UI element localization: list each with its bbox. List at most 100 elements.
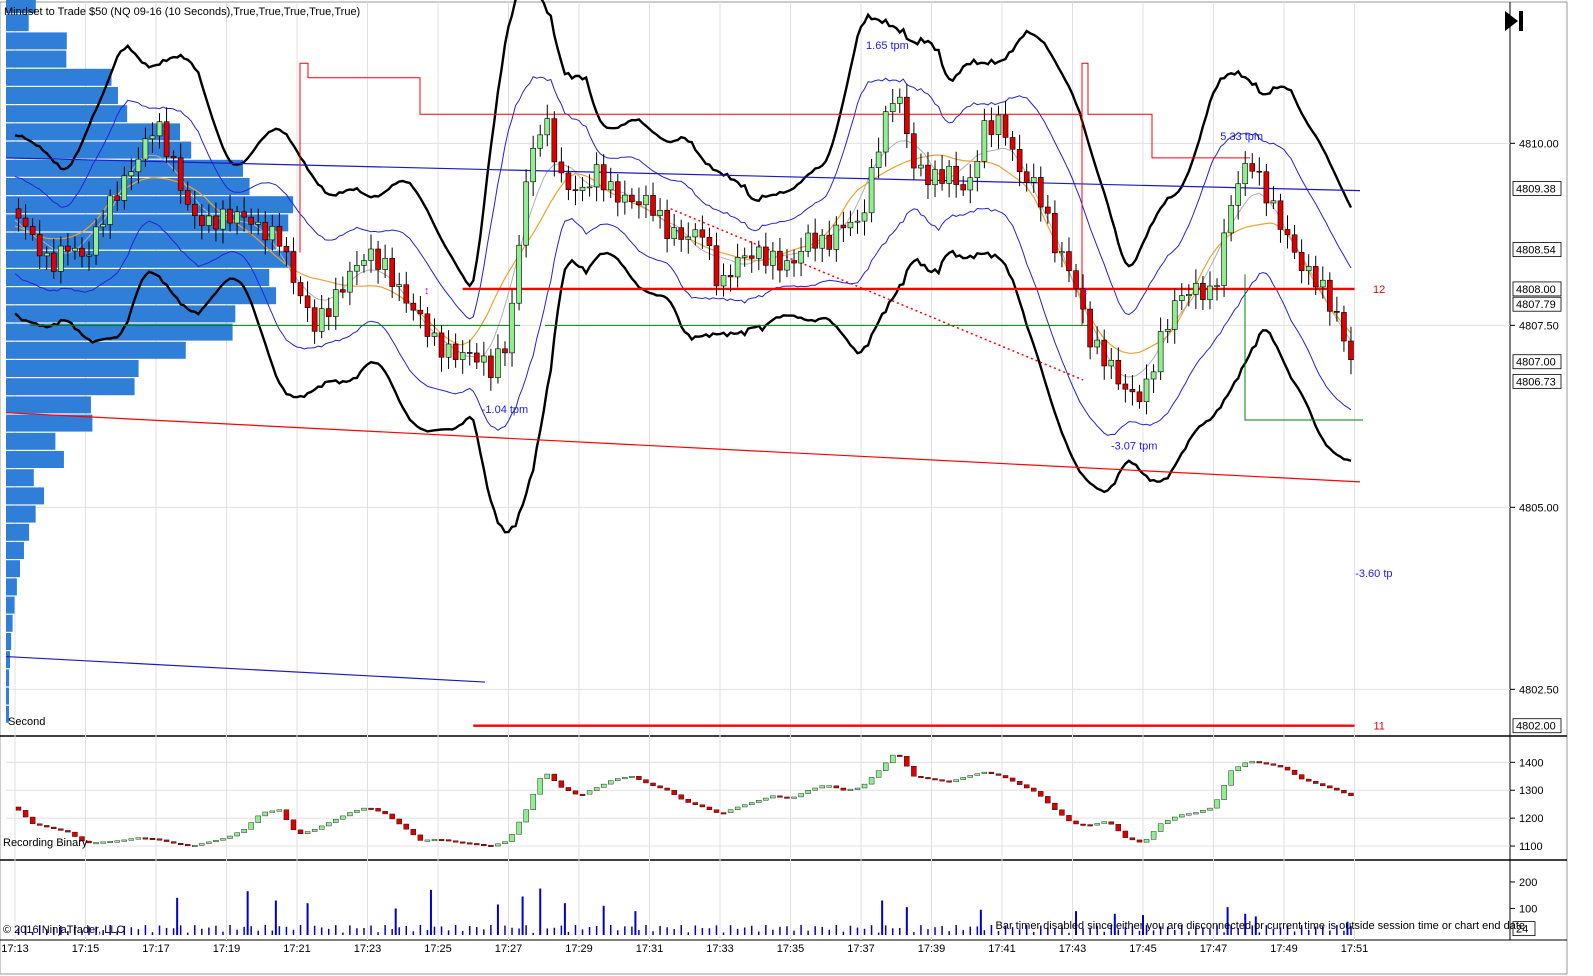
indicator-bar <box>128 838 135 841</box>
candle-body <box>734 257 741 278</box>
candle-body <box>1327 279 1333 312</box>
indicator-bar <box>727 809 734 813</box>
skip-to-end-icon[interactable] <box>1501 8 1527 34</box>
copyright-label: © 2016 NinjaTrader, LLC <box>3 924 124 936</box>
indicator-bar <box>1136 839 1143 843</box>
candle-body <box>1256 170 1263 173</box>
indicator-bar <box>283 809 290 821</box>
candle-body <box>1221 232 1227 286</box>
profile-bar <box>6 414 93 432</box>
candle-body <box>509 302 515 354</box>
candle-body <box>283 245 290 253</box>
time-axis[interactable]: 17:13 17:15 17:17 17:19 17:21 17:23 17:25 17:27… <box>1 943 1368 955</box>
indicator-bar <box>177 843 184 845</box>
time-tick-label: 17:45 <box>1129 943 1157 955</box>
indicator-bar <box>537 778 543 795</box>
candle-body <box>1277 200 1284 230</box>
dotted-trend-line <box>670 208 1084 381</box>
indicator-bar <box>438 839 445 842</box>
indicator-bar <box>516 821 522 835</box>
candle-body <box>748 255 755 259</box>
indicator-bar <box>572 790 579 795</box>
time-tick-label: 17:13 <box>1 943 29 955</box>
indicator-bar <box>495 843 501 847</box>
indicator-bar <box>1080 823 1086 826</box>
candle-body <box>593 164 600 188</box>
candle-body <box>1087 308 1093 348</box>
indicator-bar <box>854 787 861 790</box>
time-tick-label: 17:17 <box>142 943 170 955</box>
indicator-bar <box>1052 802 1058 810</box>
indicator-bar <box>51 826 57 829</box>
price-tick-label: 4810.00 <box>1519 138 1559 150</box>
chart-canvas: 1.65 tpm 5.33 tpm -1.04 tpm -3.07 tpm -3.60 … <box>0 0 1568 975</box>
pink-arrow-icon: ↕ <box>424 285 430 297</box>
indicator-bar <box>1214 799 1220 809</box>
indicator-bar <box>22 810 29 818</box>
indicator-bar <box>163 839 170 842</box>
profile-bar <box>6 487 45 505</box>
indicator-bar <box>1045 796 1051 804</box>
indicator-bar <box>882 762 889 771</box>
candle-body <box>184 190 191 205</box>
lower-outer-band <box>14 249 1352 534</box>
candle-body <box>904 96 910 134</box>
candle-body <box>565 172 572 190</box>
indicator-bar <box>890 754 896 764</box>
indicator-bar <box>1291 769 1298 775</box>
candle-body <box>699 229 706 238</box>
indicator-bar <box>156 838 163 841</box>
blue-arrow-icon: ↑ <box>674 227 680 239</box>
indicator-bar <box>586 790 593 795</box>
candle-body <box>445 343 452 358</box>
indicator-bar <box>1157 823 1164 832</box>
candle-body <box>396 284 403 287</box>
indicator-bar <box>988 771 995 774</box>
indicator-bar <box>925 777 931 780</box>
indicator-bar <box>1122 830 1129 838</box>
candle-body <box>875 151 882 168</box>
candle-body <box>586 186 593 189</box>
indicator-bar <box>847 788 854 791</box>
indicator-bar <box>530 793 536 810</box>
candle-body <box>72 247 78 252</box>
price-axis[interactable]: 4810.00 4807.50 4805.00 4802.50 4809.38 4808.… <box>1510 138 1562 734</box>
indicator-bar <box>241 829 247 833</box>
profile-bar <box>6 196 294 214</box>
indicator-bar <box>1038 791 1044 797</box>
candle-body <box>459 352 466 360</box>
candle-body <box>269 226 276 241</box>
candle-body <box>981 120 988 162</box>
candle-body <box>1002 114 1009 138</box>
candle-body <box>248 216 254 225</box>
indicator-bar <box>911 766 917 777</box>
candle-body <box>854 220 861 223</box>
indicator-bar <box>248 822 254 830</box>
indicator-bar <box>791 796 797 799</box>
candle-body <box>234 211 240 224</box>
indicator-bar <box>509 834 515 842</box>
indicator-bar <box>1320 783 1326 786</box>
indicator-bar <box>445 839 452 842</box>
candle-body <box>720 275 727 287</box>
indicator-bar <box>1016 781 1023 785</box>
indicator-bar <box>565 787 572 791</box>
indicator-bar <box>375 808 381 812</box>
chart-annotations: 1.65 tpm 5.33 tpm -1.04 tpm -3.07 tpm -3.60 … <box>424 40 1393 733</box>
profile-bar <box>6 523 30 541</box>
indicator-bar <box>474 843 480 846</box>
candle-body <box>100 224 106 228</box>
indicator-bar <box>960 777 966 780</box>
price-marker-label: 4807.00 <box>1516 357 1556 369</box>
candle-body <box>967 177 974 191</box>
profile-bar <box>6 50 67 68</box>
candle-body <box>332 289 339 317</box>
candle-body <box>861 212 868 222</box>
candle-body <box>79 247 85 257</box>
indicator-bar <box>1009 777 1016 782</box>
volume-tick-label: 200 <box>1519 877 1537 889</box>
candle-body <box>974 160 981 179</box>
candle-body <box>22 217 29 227</box>
indicator-bar <box>1164 820 1171 824</box>
indicator-bar <box>262 811 268 817</box>
